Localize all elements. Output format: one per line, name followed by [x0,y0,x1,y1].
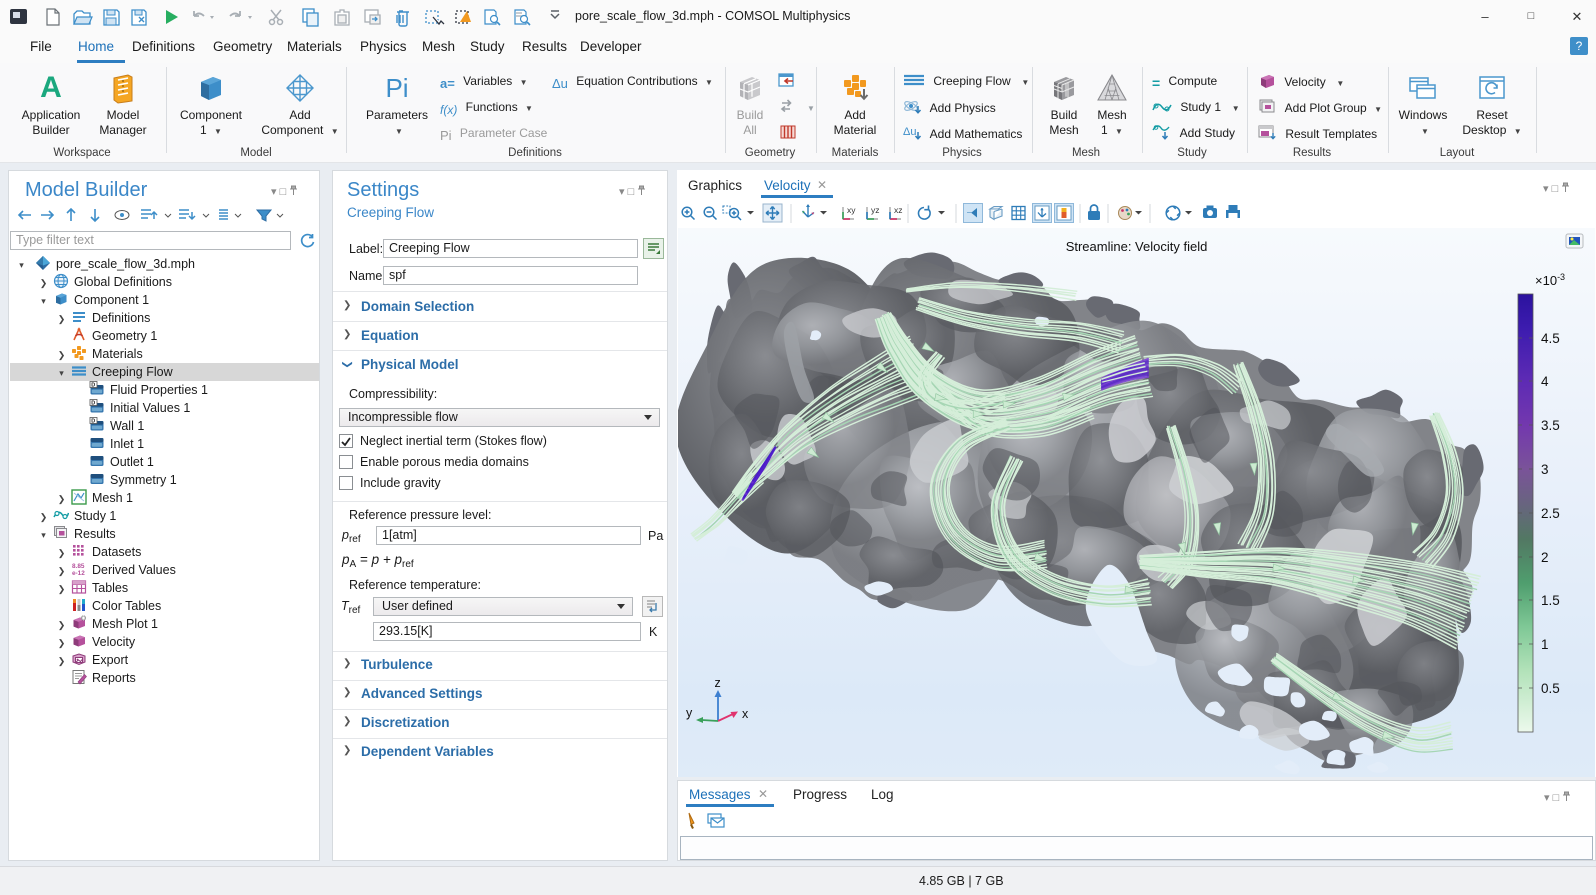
svg-text:Δu: Δu [903,126,916,138]
svg-text:y: y [686,706,693,720]
svg-text:3: 3 [1541,462,1549,477]
svg-text:xz: xz [894,205,903,215]
svg-text:×10-3: ×10-3 [1535,272,1565,288]
svg-text:2: 2 [1541,550,1549,565]
svg-text:0.5: 0.5 [1541,681,1560,696]
svg-text:4: 4 [1541,374,1549,389]
svg-text:x: x [742,707,749,721]
svg-text:4.5: 4.5 [1541,331,1560,346]
svg-text:3.5: 3.5 [1541,418,1560,433]
svg-text:xy: xy [847,205,856,215]
svg-text:1.5: 1.5 [1541,593,1560,608]
svg-text:1: 1 [1541,637,1549,652]
svg-text:2.5: 2.5 [1541,506,1560,521]
svg-text:yz: yz [871,205,880,215]
svg-text:z: z [715,676,721,690]
